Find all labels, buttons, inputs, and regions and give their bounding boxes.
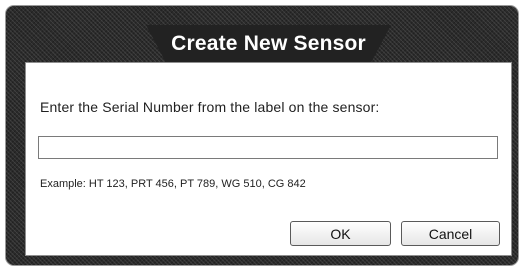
example-text: Example: HT 123, PRT 456, PT 789, WG 510… [40, 178, 306, 190]
instruction-text: Enter the Serial Number from the label o… [40, 99, 380, 115]
dialog-body: Enter the Serial Number from the label o… [25, 62, 512, 256]
dialog-title: Create New Sensor [171, 31, 366, 55]
serial-number-input[interactable] [38, 136, 498, 159]
ok-button[interactable]: OK [290, 221, 391, 246]
dialog-title-tab: Create New Sensor [146, 25, 391, 62]
cancel-button[interactable]: Cancel [401, 221, 500, 246]
